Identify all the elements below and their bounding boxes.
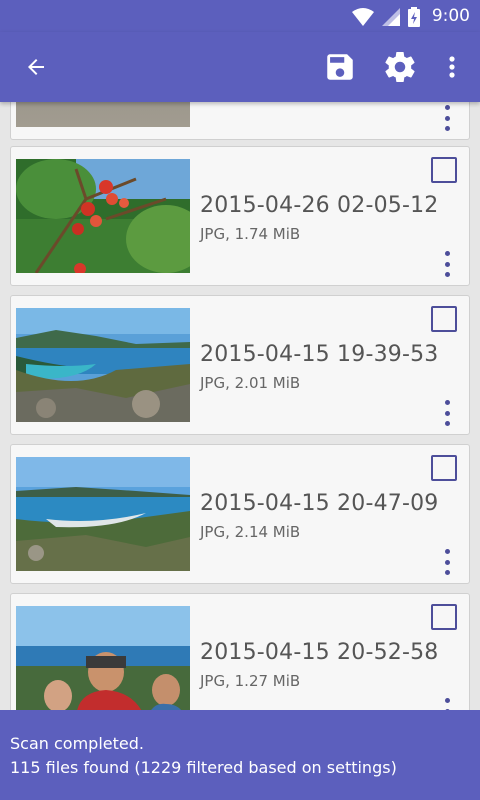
file-thumbnail: [16, 159, 190, 273]
photo-flowers-image: [16, 159, 190, 273]
arrow-left-icon: [28, 59, 44, 75]
list-item[interactable]: 2015-04-15 20-52-58 JPG, 1.27 MiB: [10, 593, 470, 710]
scan-status-text: Scan completed.: [10, 734, 144, 753]
list-item[interactable]: 2015-04-15 19-39-53 JPG, 2.01 MiB: [10, 295, 470, 435]
save-button[interactable]: [318, 32, 362, 102]
settings-button[interactable]: [378, 32, 422, 102]
item-menu-button[interactable]: [443, 698, 451, 710]
file-title: 2015-04-26 02-05-12: [200, 193, 439, 218]
photo-people-image: [16, 606, 190, 710]
status-bar: 9:00: [0, 0, 480, 32]
signal-icon: [382, 8, 400, 26]
select-checkbox[interactable]: [431, 455, 457, 481]
file-meta: JPG, 2.01 MiB: [200, 374, 301, 392]
back-button[interactable]: [14, 32, 58, 102]
app-bar: [0, 32, 480, 102]
file-title: 2015-04-15 19-39-53: [200, 342, 439, 367]
file-thumbnail: [16, 457, 190, 571]
file-list[interactable]: 2015-04-26 02-05-12 JPG, 1.74 MiB 2015-0…: [0, 102, 480, 710]
status-time: 9:00: [431, 6, 470, 26]
list-item[interactable]: 2015-04-15 20-47-09 JPG, 2.14 MiB: [10, 444, 470, 584]
item-menu-button[interactable]: [443, 400, 451, 426]
status-icons: [352, 7, 420, 27]
item-menu-button[interactable]: [443, 105, 451, 131]
item-menu-button[interactable]: [443, 549, 451, 575]
battery-icon: [408, 7, 420, 27]
overflow-menu-button[interactable]: [436, 32, 468, 102]
list-item[interactable]: [10, 102, 470, 140]
select-checkbox[interactable]: [431, 604, 457, 630]
select-checkbox[interactable]: [431, 157, 457, 183]
save-disk-icon: [327, 54, 353, 80]
file-title: 2015-04-15 20-47-09: [200, 491, 439, 516]
scan-status-footer: Scan completed. 115 files found (1229 fi…: [0, 710, 480, 800]
wifi-icon: [352, 8, 374, 26]
more-vert-icon: [449, 56, 455, 78]
photo-coast-image: [16, 457, 190, 571]
scan-summary-text: 115 files found (1229 filtered based on …: [10, 758, 397, 777]
file-title: 2015-04-15 20-52-58: [200, 640, 439, 665]
list-item[interactable]: 2015-04-26 02-05-12 JPG, 1.74 MiB: [10, 146, 470, 286]
photo-bay-image: [16, 308, 190, 422]
file-meta: JPG, 1.27 MiB: [200, 672, 301, 690]
file-meta: JPG, 1.74 MiB: [200, 225, 301, 243]
gear-icon: [385, 52, 415, 83]
file-meta: JPG, 2.14 MiB: [200, 523, 301, 541]
file-thumbnail: [16, 102, 190, 127]
file-thumbnail: [16, 606, 190, 710]
file-thumbnail: [16, 308, 190, 422]
select-checkbox[interactable]: [431, 306, 457, 332]
item-menu-button[interactable]: [443, 251, 451, 277]
